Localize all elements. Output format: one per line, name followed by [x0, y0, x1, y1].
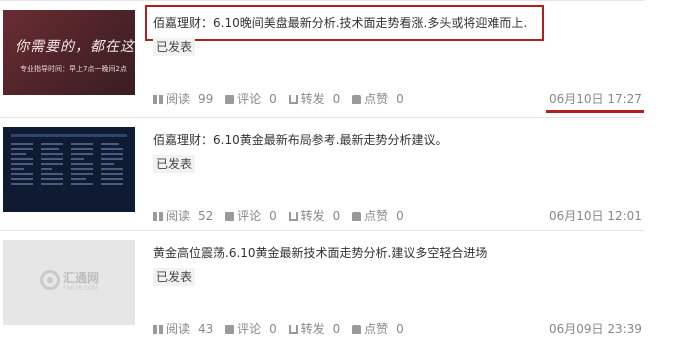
share-count: 0 [332, 209, 341, 223]
read-label: 阅读 [166, 209, 191, 223]
share-count: 0 [332, 322, 341, 336]
post-title[interactable]: 佰嘉理财：6.10黄金最新布局参考.最新走势分析建议。 [153, 131, 448, 148]
post-time: 06月10日 17:27 [549, 92, 642, 106]
post-title[interactable]: 黄金高位震荡.6.10黄金最新技术面走势分析.建议多空轻合进场 [153, 244, 487, 261]
read-stat: 阅读 99 [153, 90, 213, 107]
like-stat[interactable]: 点赞 0 [352, 90, 404, 107]
post-stats: 阅读 99 评论 0 转发 0 点赞 0 [153, 90, 412, 107]
share-stat[interactable]: 转发 0 [288, 90, 341, 107]
share-icon [288, 95, 298, 104]
status-badge: 已发表 [153, 155, 196, 173]
like-label: 点赞 [364, 92, 389, 106]
post-item: 你需要的，都在这里 专业指导时间：早上7点一晚间2点 佰嘉理财：6.10晚间美盘… [0, 0, 695, 116]
thumbs-up-icon [352, 95, 362, 104]
comment-label: 评论 [237, 209, 262, 223]
post-time: 06月09日 23:39 [549, 322, 642, 336]
share-stat[interactable]: 转发 0 [288, 320, 341, 337]
comment-count: 0 [269, 209, 277, 223]
post-time: 06月10日 12:01 [549, 209, 642, 223]
like-label: 点赞 [364, 209, 389, 223]
read-icon [153, 95, 163, 104]
thumbnail-logo-subtext: FX678.COM [63, 285, 99, 292]
title-highlight-box [145, 5, 544, 41]
site-logo-icon [40, 270, 60, 290]
time-underline [546, 110, 644, 113]
row-divider [0, 0, 645, 1]
thumbs-up-icon [352, 325, 362, 334]
post-thumbnail[interactable] [3, 127, 135, 212]
comment-count: 0 [269, 322, 277, 336]
comment-count: 0 [269, 92, 277, 106]
share-icon [288, 212, 298, 221]
share-icon [288, 325, 298, 334]
like-count: 0 [396, 92, 404, 106]
post-item: 汇通网 FX678.COM 黄金高位震荡.6.10黄金最新技术面走势分析.建议多… [0, 230, 695, 346]
read-label: 阅读 [166, 92, 191, 106]
read-icon [153, 212, 163, 221]
status-badge: 已发表 [153, 268, 196, 286]
like-stat[interactable]: 点赞 0 [352, 320, 404, 337]
share-label: 转发 [300, 322, 325, 336]
share-label: 转发 [300, 209, 325, 223]
comment-icon [225, 212, 235, 221]
comment-icon [225, 325, 235, 334]
status-badge: 已发表 [153, 38, 196, 56]
share-count: 0 [332, 92, 341, 106]
row-divider [0, 117, 645, 118]
comment-stat[interactable]: 评论 0 [225, 320, 277, 337]
thumbnail-headline: 你需要的，都在这里 [15, 39, 135, 55]
row-divider [0, 230, 645, 231]
read-count: 99 [198, 92, 214, 106]
share-label: 转发 [300, 92, 325, 106]
read-icon [153, 325, 163, 334]
post-thumbnail[interactable]: 汇通网 FX678.COM [3, 240, 135, 325]
comment-label: 评论 [237, 322, 262, 336]
thumbs-up-icon [352, 212, 362, 221]
like-stat[interactable]: 点赞 0 [352, 207, 404, 224]
post-item: 佰嘉理财：6.10黄金最新布局参考.最新走势分析建议。 已发表 阅读 52 评论 0… [0, 117, 695, 233]
thumbnail-logo-text: 汇通网 [63, 271, 100, 285]
comment-stat[interactable]: 评论 0 [225, 90, 277, 107]
comment-stat[interactable]: 评论 0 [225, 207, 277, 224]
read-count: 52 [198, 209, 214, 223]
read-count: 43 [198, 322, 214, 336]
post-stats: 阅读 43 评论 0 转发 0 点赞 0 [153, 320, 412, 337]
like-count: 0 [396, 322, 404, 336]
read-stat: 阅读 43 [153, 320, 213, 337]
comment-icon [225, 95, 235, 104]
read-stat: 阅读 52 [153, 207, 213, 224]
post-stats: 阅读 52 评论 0 转发 0 点赞 0 [153, 207, 412, 224]
like-count: 0 [396, 209, 404, 223]
like-label: 点赞 [364, 322, 389, 336]
comment-label: 评论 [237, 92, 262, 106]
share-stat[interactable]: 转发 0 [288, 207, 341, 224]
post-thumbnail[interactable]: 你需要的，都在这里 专业指导时间：早上7点一晚间2点 [3, 10, 135, 95]
read-label: 阅读 [166, 322, 191, 336]
thumbnail-subline: 专业指导时间：早上7点一晚间2点 [20, 65, 127, 73]
